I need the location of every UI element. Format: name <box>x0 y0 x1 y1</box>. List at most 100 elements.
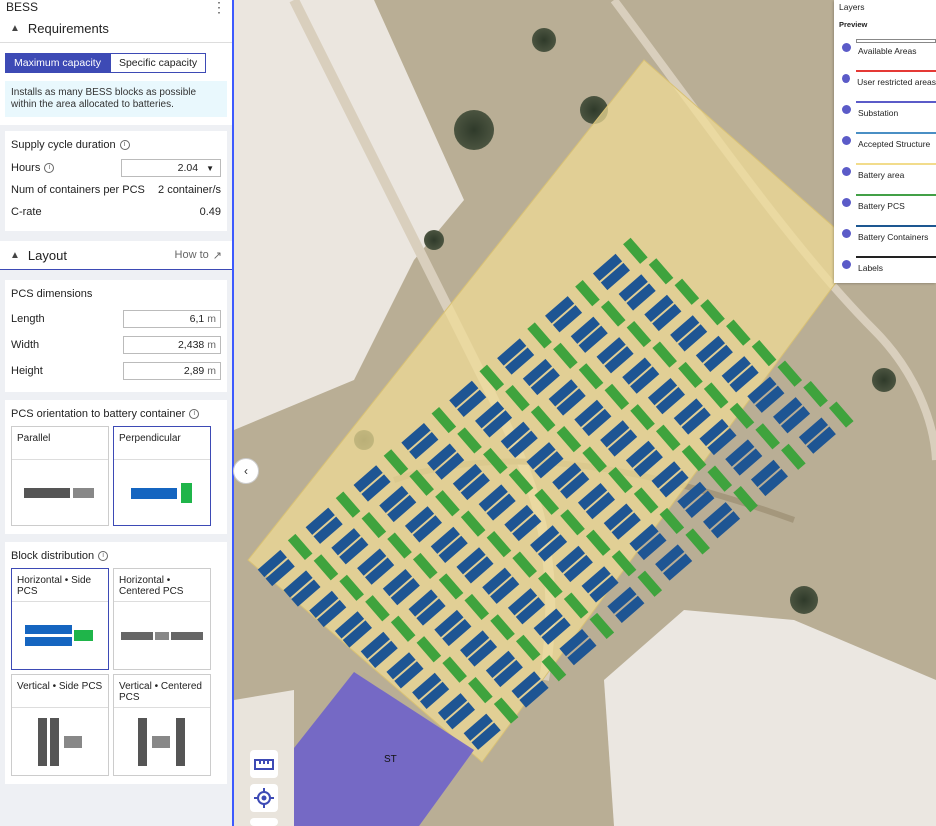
layer-name: Battery PCS <box>858 200 905 211</box>
eye-icon[interactable] <box>842 136 851 145</box>
layer-name: User restricted areas <box>857 76 936 87</box>
requirements-header[interactable]: ▲ Requirements <box>0 14 232 43</box>
orientation-perpendicular[interactable]: Perpendicular <box>113 426 211 526</box>
crate-value: 0.49 <box>199 206 221 218</box>
eye-icon[interactable] <box>842 229 851 238</box>
supply-cycle-card: Supply cycle duration i Hours i 2.04 ▼ Nu… <box>5 131 227 231</box>
layer-color-bar <box>856 256 936 258</box>
perpendicular-icon <box>114 460 210 525</box>
block-horizontal-side-label: Horizontal • Side PCS <box>12 569 108 602</box>
map-canvas[interactable]: ST Layers Preview Available Areas User re… <box>234 0 936 826</box>
layer-item[interactable]: Battery area <box>834 156 936 187</box>
layer-item[interactable]: Available Areas <box>834 32 936 63</box>
containers-label: Num of containers per PCS <box>11 184 145 196</box>
layers-panel: Layers Preview Available Areas User restr… <box>834 0 936 283</box>
width-input[interactable]: 2,438 m <box>123 336 221 354</box>
info-icon[interactable]: i <box>98 551 109 561</box>
eye-icon[interactable] <box>842 260 851 269</box>
external-link-icon: ↗ <box>212 249 222 262</box>
chevron-down-icon: ▼ <box>206 163 214 173</box>
tree <box>424 230 444 250</box>
hours-select[interactable]: 2.04 ▼ <box>121 159 221 177</box>
collapse-panel-button[interactable]: ‹ <box>233 458 259 484</box>
layer-name: Labels <box>858 262 884 273</box>
more-options-icon[interactable]: ⋮ <box>212 0 226 14</box>
width-label: Width <box>11 339 40 351</box>
block-horizontal-centered-label: Horizontal • Centered PCS <box>114 569 210 602</box>
info-icon[interactable]: i <box>44 163 55 173</box>
requirements-title: Requirements <box>27 20 109 36</box>
layer-item[interactable]: User restricted areas <box>834 63 936 94</box>
tree <box>872 368 896 392</box>
layer-item[interactable]: Labels <box>834 249 936 280</box>
layers-title: Layers <box>839 2 865 12</box>
hours-label: Hours <box>11 162 41 174</box>
layer-item[interactable]: Accepted Structure <box>834 125 936 156</box>
panel-title: BESS <box>6 0 39 14</box>
layer-color-bar <box>856 132 936 134</box>
length-row: Length 6,1 m <box>11 306 221 332</box>
layer-color-bar <box>856 163 936 165</box>
panel-header: BESS ⋮ <box>0 0 232 14</box>
layer-name: Accepted Structure <box>858 138 931 149</box>
layout-header[interactable]: ▲ Layout How to ↗ <box>0 241 232 270</box>
info-icon[interactable]: i <box>189 409 200 419</box>
chevron-up-icon: ▲ <box>10 249 20 261</box>
layer-name: Substation <box>858 107 899 118</box>
block-distribution-title: Block distribution i <box>11 550 221 562</box>
block-vertical-side[interactable]: Vertical • Side PCS <box>11 674 109 776</box>
target-icon <box>254 788 274 808</box>
containers-row: Num of containers per PCS 2 container/s <box>11 179 221 201</box>
block-horizontal-side[interactable]: Horizontal • Side PCS <box>11 568 109 670</box>
locate-button[interactable] <box>250 784 278 812</box>
block-vertical-side-label: Vertical • Side PCS <box>12 675 108 708</box>
length-value: 6,1 <box>189 313 205 325</box>
pcs-dimensions-card: PCS dimensions Length 6,1 m Width 2,438 m … <box>5 280 227 392</box>
parallel-icon <box>12 460 108 525</box>
height-row: Height 2,89 m <box>11 358 221 384</box>
capacity-toggle: Maximum capacity Specific capacity <box>5 43 227 73</box>
containers-value: 2 container/s <box>158 184 221 196</box>
length-input[interactable]: 6,1 m <box>123 310 221 328</box>
hours-value: 2.04 <box>177 162 199 174</box>
layer-name: Battery area <box>858 169 905 180</box>
how-to-label: How to <box>174 249 209 261</box>
how-to-link[interactable]: How to ↗ <box>175 249 222 262</box>
fullscreen-button[interactable] <box>250 818 278 826</box>
block-horizontal-centered[interactable]: Horizontal • Centered PCS <box>113 568 211 670</box>
layer-color-bar <box>856 194 936 196</box>
block-distribution-card: Block distribution i Horizontal • Side P… <box>5 542 227 784</box>
orientation-parallel[interactable]: Parallel <box>11 426 109 526</box>
orientation-options: Parallel Perpendicular <box>11 426 221 526</box>
height-value: 2,89 <box>183 365 205 377</box>
capacity-info: Installs as many BESS blocks as possible… <box>5 81 227 117</box>
layer-color-bar <box>856 70 936 72</box>
chevron-up-icon: ▲ <box>10 22 20 34</box>
layer-name: Available Areas <box>858 45 917 56</box>
length-unit: m <box>207 313 216 325</box>
tab-specific-capacity[interactable]: Specific capacity <box>109 53 207 73</box>
block-vertical-centered[interactable]: Vertical • Centered PCS <box>113 674 211 776</box>
eye-icon[interactable] <box>842 198 851 207</box>
measure-button[interactable] <box>250 750 278 778</box>
supply-cycle-title: Supply cycle duration i <box>11 139 221 151</box>
layer-item[interactable]: Battery Containers <box>834 218 936 249</box>
eye-icon[interactable] <box>842 74 851 83</box>
info-icon[interactable]: i <box>119 140 130 150</box>
layout-title: Layout <box>27 247 67 263</box>
layer-name: Battery Containers <box>858 231 929 242</box>
crate-label: C-rate <box>11 206 42 218</box>
layer-item[interactable]: Battery PCS <box>834 187 936 218</box>
requirements-body: Maximum capacity Specific capacity Insta… <box>0 43 232 125</box>
width-value: 2,438 <box>177 339 205 351</box>
eye-icon[interactable] <box>842 43 851 52</box>
height-input[interactable]: 2,89 m <box>123 362 221 380</box>
eye-icon[interactable] <box>842 167 851 176</box>
orientation-title: PCS orientation to battery container i <box>11 408 221 420</box>
layer-item[interactable]: Substation <box>834 94 936 125</box>
layer-color-bar <box>856 101 936 103</box>
eye-icon[interactable] <box>842 105 851 114</box>
width-row: Width 2,438 m <box>11 332 221 358</box>
tab-maximum-capacity[interactable]: Maximum capacity <box>5 53 110 73</box>
tree <box>532 28 556 52</box>
